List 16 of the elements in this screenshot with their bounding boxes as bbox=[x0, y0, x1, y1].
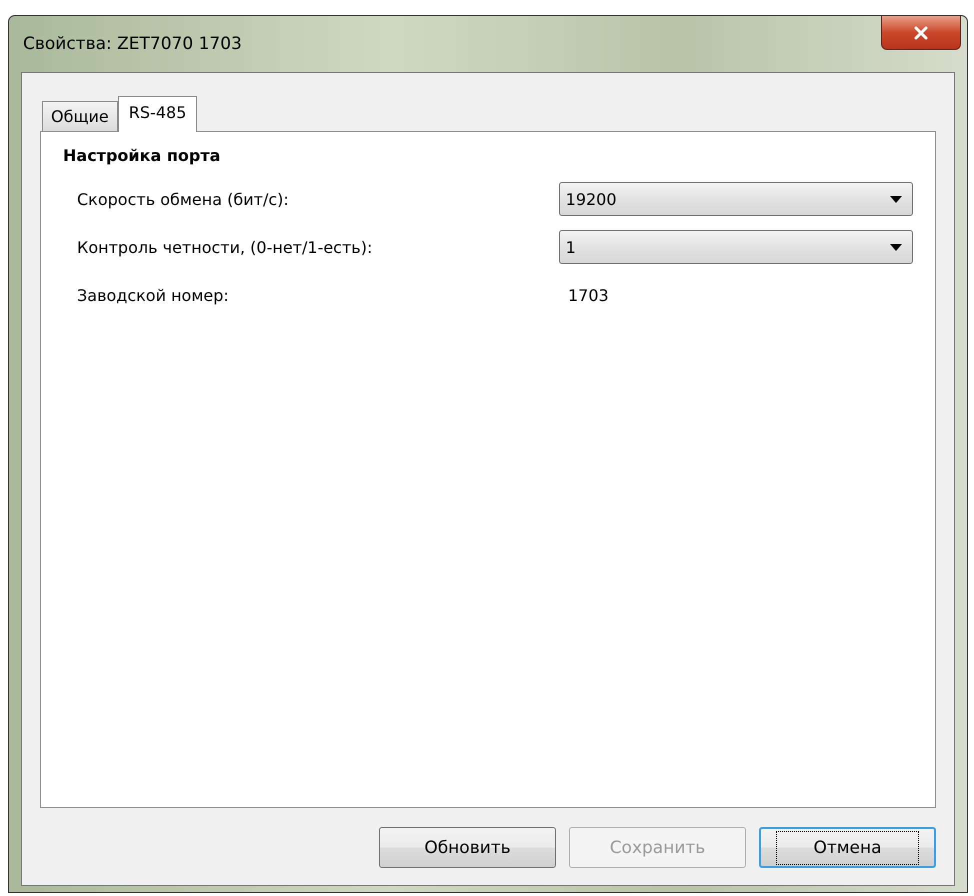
window-title: Свойства: ZET7070 1703 bbox=[23, 34, 242, 54]
field-value: 1703 bbox=[567, 286, 609, 304]
dropdown[interactable]: 1 bbox=[558, 230, 913, 264]
caret-icon bbox=[890, 196, 902, 202]
tab[interactable]: RS-485 bbox=[118, 96, 198, 132]
field-label: Заводской номер: bbox=[77, 286, 230, 304]
field-label: Контроль четности, (0-нет/1-есть): bbox=[77, 238, 374, 256]
section-title: Настройка порта bbox=[63, 146, 222, 165]
close-icon bbox=[913, 26, 929, 40]
dropdown[interactable]: 19200 bbox=[558, 182, 913, 216]
dialog-button[interactable]: Отмена bbox=[759, 827, 936, 868]
tab[interactable]: Общие bbox=[42, 101, 118, 131]
field-label: Скорость обмена (бит/с): bbox=[77, 190, 290, 208]
dialog-button[interactable]: Обновить bbox=[379, 827, 556, 868]
caret-icon bbox=[890, 244, 902, 250]
close-button[interactable] bbox=[881, 16, 961, 50]
